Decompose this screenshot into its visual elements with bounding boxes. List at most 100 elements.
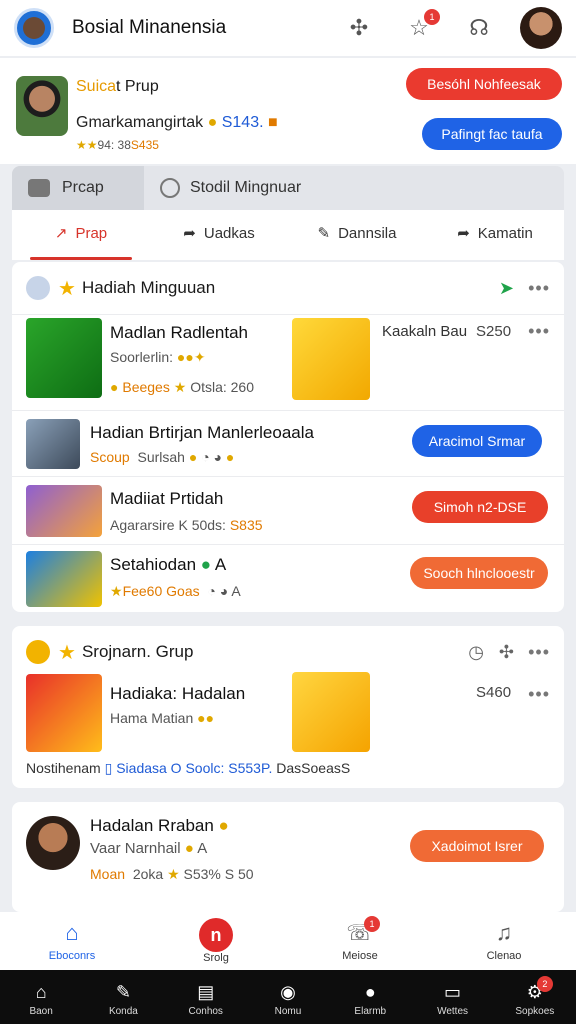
share-icon: ➦ bbox=[183, 225, 196, 242]
star-icon: ★ bbox=[58, 641, 76, 664]
search-icon bbox=[160, 178, 180, 198]
game-thumbnail bbox=[26, 674, 102, 752]
nav-home[interactable]: ⌂ Eboconrs bbox=[0, 912, 144, 970]
nav-clenao[interactable]: ♫ Clenao bbox=[432, 912, 576, 970]
profile-avatar[interactable] bbox=[16, 76, 68, 136]
home-icon: ⌂ bbox=[35, 981, 47, 1002]
puzzle-icon[interactable]: ✣ bbox=[499, 642, 514, 663]
sys-nomu[interactable]: ◉ Nomu bbox=[247, 970, 329, 1024]
list-item[interactable]: Hadian Brtirjan Manlerleoaala Scoup Surl… bbox=[12, 410, 564, 476]
more-icon[interactable]: ••• bbox=[528, 278, 550, 299]
film-icon: ▤ bbox=[197, 981, 215, 1002]
list-item[interactable]: Madlan Radlentah Soorlerlin: ●●✦ ● Beege… bbox=[12, 314, 564, 410]
monitor-icon: ▭ bbox=[444, 981, 462, 1002]
chat-icon: ☏ 1 bbox=[346, 916, 380, 946]
gift-thumbnail bbox=[292, 672, 370, 752]
coin-icon bbox=[26, 640, 50, 664]
game-thumbnail bbox=[292, 318, 370, 400]
primary-tabs: Prcap Stodil Mingnuar bbox=[12, 166, 564, 210]
sys-elarmb[interactable]: ● Elarmb bbox=[329, 970, 411, 1024]
secondary-tabs: ↗ Prap ➦ Uadkas ✎ Dannsila ➦ Kamatin bbox=[12, 210, 564, 260]
item-title: Hadalan Rraban ● bbox=[90, 816, 229, 835]
orange-action-button[interactable]: Xadoimot Isrer bbox=[410, 830, 544, 862]
tab-prcap[interactable]: Prcap bbox=[12, 166, 144, 210]
system-nav: ⌂ Baon ✎ Konda ▤ Conhos ◉ Nomu ● Elarmb ▭ Wett… bbox=[0, 970, 576, 1024]
game-thumbnail bbox=[26, 485, 102, 537]
card-header: ★ Hadiah Minguuan ➤ ••• bbox=[12, 262, 564, 314]
star-icon[interactable]: ☆ 1 bbox=[404, 9, 440, 43]
tab-kamatin[interactable]: ➦ Kamatin bbox=[426, 210, 564, 260]
item-sub: ★Fee60 Goas ◔ ◕ A bbox=[110, 583, 241, 599]
photo-thumbnail bbox=[26, 419, 80, 469]
sys-sopkoes[interactable]: ⚙ 2 Sopkoes bbox=[494, 970, 576, 1024]
stars-icon: ★★ bbox=[76, 138, 98, 152]
item-title: Hadian Brtirjan Manlerleoaala bbox=[90, 423, 314, 442]
gear-icon: ⚙ 2 bbox=[523, 976, 553, 1004]
list-item[interactable]: Setahiodan ● A ★Fee60 Goas ◔ ◕ A Sooch h… bbox=[12, 544, 564, 612]
tab-uadkas[interactable]: ➦ Uadkas bbox=[150, 210, 288, 260]
item-meta: ● Beeges ★ Otsla: 260 bbox=[110, 379, 255, 395]
card-header: ★ Srojnarn. Grup ◷ ✣ ••• bbox=[12, 626, 564, 678]
more-icon[interactable]: ••• bbox=[528, 642, 550, 663]
app-logo[interactable] bbox=[14, 8, 54, 48]
nav-meiose[interactable]: ☏ 1 Meiose bbox=[288, 912, 432, 970]
clock-icon[interactable]: ◷ bbox=[468, 642, 484, 663]
card-title: Srojnarn. Grup bbox=[81, 642, 194, 661]
folder-icon bbox=[28, 179, 50, 197]
bell-icon: ♫ bbox=[495, 920, 513, 945]
item-sub: Soorlerlin: ●●✦ bbox=[110, 349, 206, 365]
headset-icon[interactable]: ☊ bbox=[464, 13, 494, 43]
list-item[interactable]: Madiiat Prtidah Agararsire K 50ds: S835 … bbox=[12, 476, 564, 544]
logo-face-icon bbox=[23, 17, 45, 39]
card-footer: Nostihenam ▯ Siadasa O Soolc: S553P. Das… bbox=[26, 760, 351, 776]
group-icon bbox=[26, 276, 50, 300]
profile-red-button[interactable]: Besóhl Nohfeesak bbox=[406, 68, 562, 100]
top-bar: Bosial Minanensia ✣ ☆ 1 ☊ bbox=[0, 0, 576, 56]
record-icon: ● bbox=[364, 981, 376, 1002]
star-icon: ★ bbox=[58, 277, 76, 300]
item-title: Madiiat Prtidah bbox=[110, 489, 224, 508]
profile-card: Suicat Prup Gmarkamangirtak ● S143. ■ ★★… bbox=[0, 58, 576, 164]
item-meta: Moan 2oka ★ S53% S 50 bbox=[90, 866, 254, 882]
profile-blue-button[interactable]: Pafingt fac taufa bbox=[422, 118, 562, 150]
sys-home[interactable]: ⌂ Baon bbox=[0, 970, 82, 1024]
edit-icon: ✎ bbox=[317, 225, 331, 242]
profile-group: Suicat Prup bbox=[76, 78, 159, 95]
user-avatar[interactable] bbox=[26, 816, 80, 870]
red-action-button[interactable]: Simoh n2-DSE bbox=[412, 491, 548, 523]
game-thumbnail bbox=[26, 551, 102, 607]
claim-button[interactable]: Aracimol Srmar bbox=[412, 425, 542, 457]
item-amount: S460 bbox=[476, 684, 512, 701]
sys-wettes[interactable]: ▭ Wettes bbox=[411, 970, 493, 1024]
puzzle-icon[interactable]: ✣ bbox=[344, 13, 374, 43]
sys-konda[interactable]: ✎ Konda bbox=[82, 970, 164, 1024]
share-icon: ➦ bbox=[457, 225, 470, 242]
weekly-gifts-card: ★ Hadiah Minguuan ➤ ••• Madlan Radlentah… bbox=[12, 262, 564, 612]
game-thumbnail bbox=[26, 318, 102, 398]
sys-badge: 2 bbox=[536, 976, 553, 992]
profile-stats: ★★94: 38S435 bbox=[76, 138, 159, 152]
group-card: ★ Srojnarn. Grup ◷ ✣ ••• Hadiaka: Hadala… bbox=[12, 626, 564, 788]
item-title: Hadiaka: Hadalan bbox=[110, 684, 246, 703]
gift-card: Hadalan Rraban ● Vaar Narnhail ● A Moan … bbox=[12, 802, 564, 912]
bottom-nav: ⌂ Eboconrs n Srolg ☏ 1 Meiose ♫ Clenao bbox=[0, 912, 576, 970]
pen-icon: ✎ bbox=[115, 981, 131, 1002]
item-right-title: Kaakaln Bau bbox=[382, 323, 468, 340]
trend-icon: ↗ bbox=[54, 225, 68, 242]
sys-conhos[interactable]: ▤ Conhos bbox=[165, 970, 247, 1024]
mic-icon: ◉ bbox=[280, 981, 296, 1002]
notification-badge: 1 bbox=[424, 9, 440, 25]
item-amount: S250 bbox=[476, 323, 512, 340]
orange-action-button[interactable]: Sooch hlnclooestr bbox=[410, 557, 548, 589]
tab-dannsila[interactable]: ✎ Dannsila bbox=[288, 210, 426, 260]
user-avatar[interactable] bbox=[520, 7, 562, 49]
tab-prap[interactable]: ↗ Prap bbox=[12, 210, 150, 260]
share-icon[interactable]: ➤ bbox=[499, 278, 514, 299]
item-sub: Vaar Narnhail ● A bbox=[90, 840, 208, 857]
brand-icon: n bbox=[199, 918, 233, 952]
tab-stodil[interactable]: Stodil Mingnuar bbox=[144, 166, 301, 210]
more-icon[interactable]: ••• bbox=[528, 684, 550, 705]
item-sub: Hama Matian ●● bbox=[110, 710, 215, 726]
more-icon[interactable]: ••• bbox=[528, 321, 550, 342]
nav-srolg[interactable]: n Srolg bbox=[144, 912, 288, 970]
